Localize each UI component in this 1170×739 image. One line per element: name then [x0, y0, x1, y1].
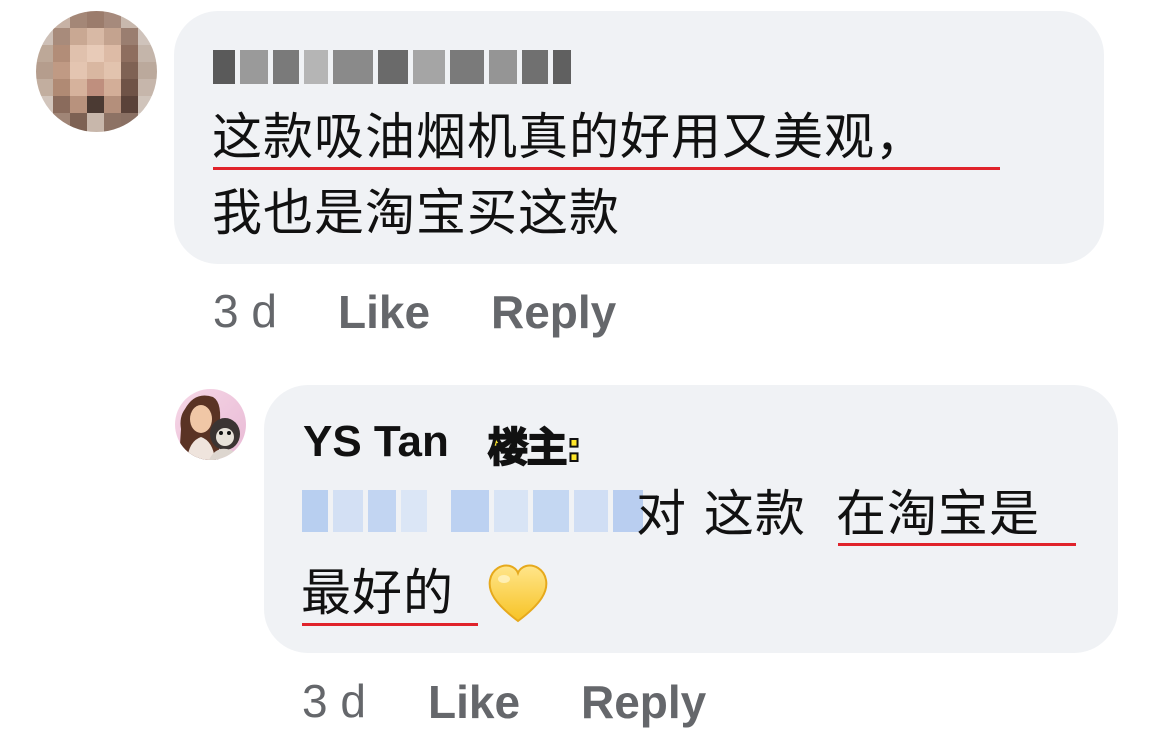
reply-text-part1: 对 这款: [636, 485, 806, 543]
blurred-mention[interactable]: [302, 490, 643, 532]
reply-timestamp[interactable]: 3 d: [302, 674, 366, 728]
commenter-avatar[interactable]: [36, 11, 157, 132]
original-poster-badge: 楼主:: [487, 424, 583, 472]
highlight-underline: [838, 543, 1076, 546]
like-button[interactable]: Like: [428, 675, 520, 729]
yellow-heart-icon: [488, 564, 548, 623]
like-button[interactable]: Like: [338, 285, 430, 339]
author-name[interactable]: YS Tan: [303, 417, 449, 467]
comment-timestamp[interactable]: 3 d: [213, 284, 277, 338]
reply-text-line2: 最好的: [301, 564, 454, 622]
reply-button[interactable]: Reply: [581, 675, 706, 729]
highlight-underline: [213, 167, 1000, 170]
reply-text-part2: 在淘宝是: [836, 485, 1040, 543]
comment-text-line1: 这款吸油烟机真的好用又美观，: [212, 108, 926, 166]
comment-text-line2: 我也是淘宝买这款: [212, 184, 620, 242]
reply-button[interactable]: Reply: [491, 285, 616, 339]
highlight-underline: [302, 623, 478, 626]
user-photo-avatar[interactable]: [175, 389, 246, 460]
blurred-author-name[interactable]: [213, 50, 571, 84]
